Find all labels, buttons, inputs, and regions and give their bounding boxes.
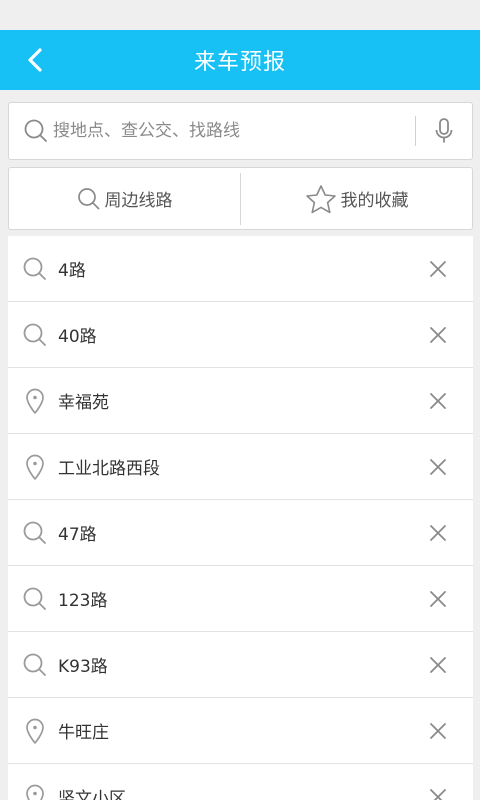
search-icon: [23, 323, 46, 346]
star-icon: [305, 184, 336, 213]
search-icon-wrap: [21, 255, 49, 283]
search-icon: [24, 119, 47, 142]
delete-history-button[interactable]: [420, 647, 456, 683]
close-icon: [430, 458, 446, 475]
location-pin-icon-wrap: [21, 717, 49, 745]
delete-history-button[interactable]: [420, 251, 456, 287]
quick-actions: 周边线路 我的收藏: [8, 167, 473, 230]
history-item[interactable]: 竖文小区: [8, 764, 473, 800]
delete-history-button[interactable]: [420, 713, 456, 749]
history-item-label: 40路: [58, 327, 97, 347]
location-pin-icon: [26, 784, 44, 800]
location-pin-icon: [26, 454, 44, 480]
close-icon: [430, 590, 446, 607]
title-bar: 来车预报: [0, 30, 480, 90]
delete-history-button[interactable]: [420, 779, 456, 800]
history-item[interactable]: 47路: [8, 500, 473, 566]
search-icon: [77, 187, 99, 209]
close-icon: [430, 722, 446, 739]
location-pin-icon: [26, 388, 44, 414]
nearby-lines-button[interactable]: 周边线路: [9, 168, 240, 229]
microphone-icon: [435, 118, 453, 143]
my-favorites-button[interactable]: 我的收藏: [241, 168, 472, 229]
close-icon: [430, 392, 446, 409]
delete-history-button[interactable]: [420, 317, 456, 353]
search-icon: [23, 653, 46, 676]
history-item[interactable]: K93路: [8, 632, 473, 698]
nearby-lines-label: 周边线路: [104, 191, 173, 211]
search-history-list: 4路 40路幸福苑工业北路西段 47路 123路 K93路牛旺庄竖文小区: [8, 236, 473, 800]
history-item-label: K93路: [58, 657, 108, 677]
close-icon: [430, 326, 446, 343]
search-icon-wrap: [21, 651, 49, 679]
history-item-label: 牛旺庄: [58, 723, 109, 743]
close-icon: [430, 524, 446, 541]
history-item[interactable]: 40路: [8, 302, 473, 368]
voice-search-button[interactable]: [416, 103, 472, 159]
close-icon: [430, 788, 446, 800]
delete-history-button[interactable]: [420, 383, 456, 419]
my-favorites-label: 我的收藏: [340, 191, 409, 211]
location-pin-icon: [26, 718, 44, 744]
delete-history-button[interactable]: [420, 581, 456, 617]
close-icon: [430, 260, 446, 277]
search-icon: [23, 521, 46, 544]
history-item[interactable]: 123路: [8, 566, 473, 632]
search-icon: [23, 257, 46, 280]
history-item-label: 幸福苑: [58, 393, 109, 413]
search-input[interactable]: [53, 111, 415, 151]
search-icon-wrap: [21, 519, 49, 547]
history-item-label: 竖文小区: [58, 789, 126, 800]
history-item[interactable]: 牛旺庄: [8, 698, 473, 764]
search-bar: [8, 102, 473, 160]
history-item[interactable]: 4路: [8, 236, 473, 302]
history-item-label: 47路: [58, 525, 97, 545]
history-item-label: 4路: [58, 261, 86, 281]
search-icon-wrap: [21, 585, 49, 613]
history-item-label: 123路: [58, 591, 108, 611]
close-icon: [430, 656, 446, 673]
location-pin-icon-wrap: [21, 387, 49, 415]
history-item[interactable]: 幸福苑: [8, 368, 473, 434]
search-icon: [23, 587, 46, 610]
history-item-label: 工业北路西段: [58, 459, 160, 479]
page-title: 来车预报: [193, 50, 286, 75]
back-button[interactable]: [20, 45, 50, 75]
delete-history-button[interactable]: [420, 515, 456, 551]
status-bar: [0, 0, 480, 30]
back-arrow-icon: [28, 48, 42, 72]
history-item[interactable]: 工业北路西段: [8, 434, 473, 500]
search-icon-wrap: [21, 321, 49, 349]
location-pin-icon-wrap: [21, 783, 49, 800]
location-pin-icon-wrap: [21, 453, 49, 481]
delete-history-button[interactable]: [420, 449, 456, 485]
